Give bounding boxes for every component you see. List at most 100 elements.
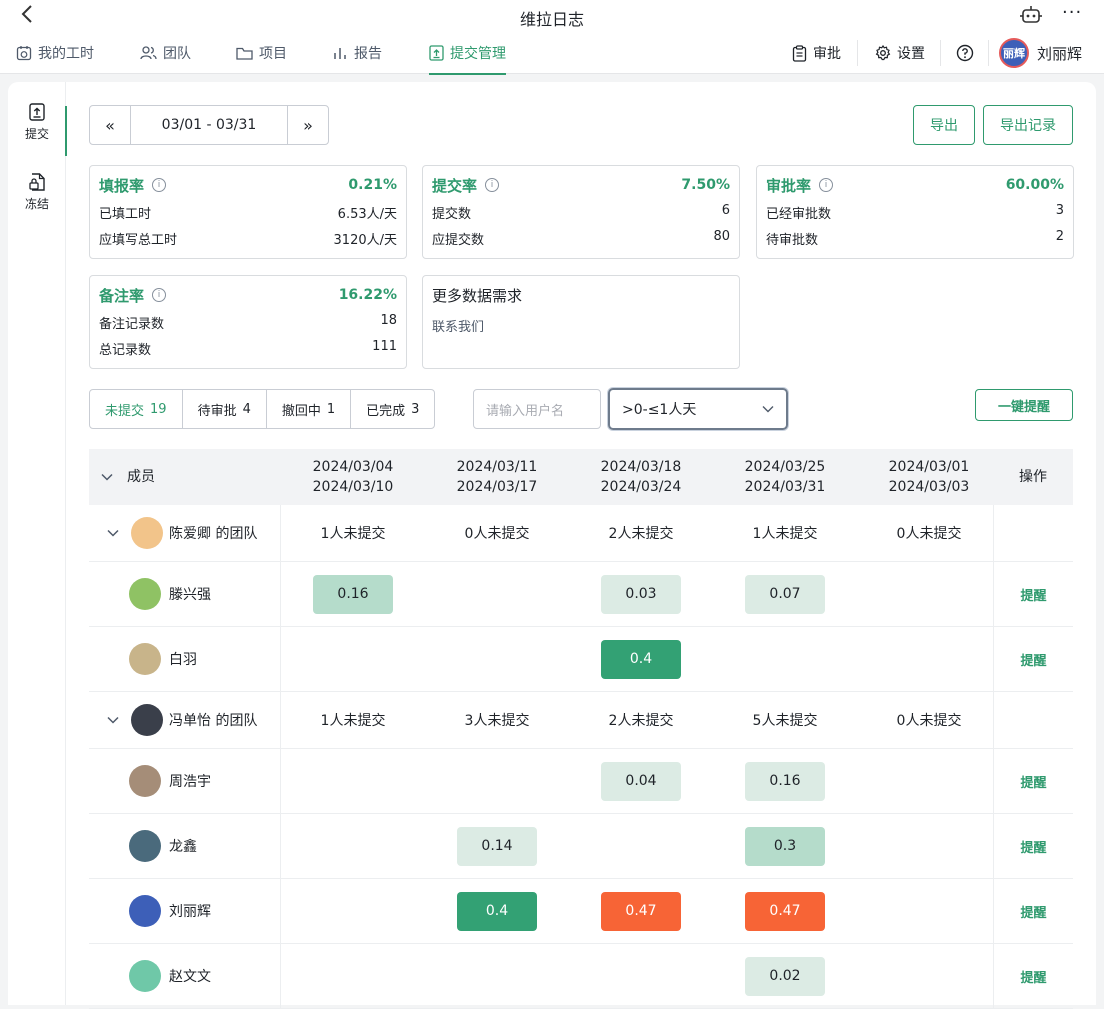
next-range-button[interactable]: » <box>287 106 328 144</box>
tab-label: 项目 <box>259 46 287 62</box>
week-start: 2024/03/11 <box>456 459 538 475</box>
member-name: 周浩宇 <box>169 774 211 790</box>
hours-cell: 0.14 <box>425 814 569 878</box>
segment-pending-approval[interactable]: 待审批 4 <box>183 390 267 428</box>
member-cell: 刘丽辉 <box>89 879 281 943</box>
hours-pill[interactable]: 0.07 <box>745 574 825 614</box>
stat-card-submit-rate: 提交率 i 7.50% 提交数 6 应提交数 80 <box>422 165 740 259</box>
help-icon[interactable] <box>956 32 980 74</box>
clipboard-icon <box>792 44 807 62</box>
op-header: 操作 <box>1019 469 1047 485</box>
hours-pill[interactable]: 0.4 <box>601 639 681 679</box>
contact-us-link[interactable]: 联系我们 <box>432 316 730 335</box>
remind-button[interactable]: 提醒 <box>993 879 1073 943</box>
stat-key: 待审批数 <box>766 233 819 248</box>
username-search-input[interactable]: 请输入用户名 <box>473 389 601 429</box>
date-range-label[interactable]: 03/01 - 03/31 <box>131 106 287 144</box>
hours-pill[interactable]: 0.16 <box>313 574 393 614</box>
week-header: 2024/03/11 2024/03/17 <box>425 449 569 505</box>
robot-icon[interactable] <box>1020 5 1042 29</box>
hours-pill[interactable]: 0.04 <box>601 761 681 801</box>
member-row: 白羽 0.4 提醒 <box>89 627 1073 692</box>
avatar <box>131 704 163 736</box>
days-filter-select[interactable]: >0-≤1人天 <box>608 388 788 430</box>
member-name: 滕兴强 <box>169 587 211 603</box>
stat-name: 审批率 <box>766 176 812 195</box>
chevron-down-icon[interactable] <box>103 529 123 537</box>
hours-cell: 0.02 <box>713 944 857 1008</box>
stat-card-fill-rate: 填报率 i 0.21% 已填工时 6.53人/天 应填写总工时 3120人/天 <box>89 165 407 259</box>
tab-my-hours[interactable]: 我的工时 <box>16 32 94 74</box>
more-icon[interactable]: ··· <box>1062 2 1082 23</box>
segment-withdrawing[interactable]: 撤回中 1 <box>267 390 352 428</box>
member-header[interactable]: 成员 <box>89 449 281 505</box>
calendar-clock-icon <box>16 46 32 61</box>
approve-button[interactable]: 审批 <box>792 32 841 74</box>
hours-pill[interactable]: 0.4 <box>457 891 537 931</box>
sidebar-item-freeze[interactable]: 冻结 <box>8 164 66 220</box>
segment-completed[interactable]: 已完成 3 <box>351 390 434 428</box>
op-cell-empty <box>993 505 1073 561</box>
hours-pill[interactable]: 0.47 <box>745 891 825 931</box>
more-data-title: 更多数据需求 <box>432 287 523 305</box>
segment-label: 待审批 <box>197 403 237 419</box>
segment-not-submitted[interactable]: 未提交 19 <box>90 390 183 428</box>
hours-pill[interactable]: 0.16 <box>745 761 825 801</box>
team-cell[interactable]: 陈爱卿 的团队 <box>89 505 281 561</box>
tab-label: 报告 <box>354 46 382 62</box>
export-log-button[interactable]: 导出记录 <box>983 105 1073 145</box>
remind-button[interactable]: 提醒 <box>993 814 1073 878</box>
bar-chart-icon <box>334 48 346 59</box>
hours-pill[interactable]: 0.03 <box>601 574 681 614</box>
segment-label: 撤回中 <box>281 403 321 419</box>
hours-cell: 0.47 <box>569 879 713 943</box>
hours-pill[interactable]: 0.3 <box>745 826 825 866</box>
week-start: 2024/03/25 <box>744 459 826 475</box>
segment-label: 未提交 <box>105 403 145 419</box>
stat-pct: 16.22% <box>338 287 397 303</box>
member-cell: 周浩宇 <box>89 749 281 813</box>
avatar <box>129 643 161 675</box>
remind-button[interactable]: 提醒 <box>993 562 1073 626</box>
user-menu[interactable]: 丽辉 刘丽辉 <box>999 32 1082 74</box>
remind-button[interactable]: 提醒 <box>993 944 1073 1008</box>
stat-key: 已填工时 <box>99 207 152 222</box>
sidebar-item-submit[interactable]: 提交 <box>8 94 67 156</box>
week-header: 2024/03/04 2024/03/10 <box>281 449 425 505</box>
approve-label: 审批 <box>813 46 841 62</box>
week-header: 2024/03/01 2024/03/03 <box>857 449 1001 505</box>
select-value: >0-≤1人天 <box>622 402 697 418</box>
avatar <box>131 517 163 549</box>
chevron-down-icon[interactable] <box>103 716 123 724</box>
more-data-card[interactable]: 更多数据需求 联系我们 <box>422 275 740 369</box>
info-icon[interactable]: i <box>152 288 167 302</box>
hours-pill[interactable]: 0.14 <box>457 826 537 866</box>
info-icon[interactable]: i <box>152 178 167 192</box>
stat-value: 3 <box>1055 203 1064 218</box>
tab-label: 团队 <box>163 46 191 62</box>
remind-all-button[interactable]: 一键提醒 <box>975 389 1073 421</box>
tab-projects[interactable]: 项目 <box>236 32 287 74</box>
hours-pill[interactable]: 0.02 <box>745 956 825 996</box>
avatar <box>129 960 161 992</box>
remind-button[interactable]: 提醒 <box>993 749 1073 813</box>
member-row: 龙鑫 0.14 0.3 提醒 <box>89 814 1073 879</box>
tab-reports[interactable]: 报告 <box>332 32 382 74</box>
chevron-down-icon[interactable] <box>101 473 113 481</box>
tab-submission-management[interactable]: 提交管理 <box>429 32 506 75</box>
hours-cell: 0.16 <box>713 749 857 813</box>
member-header-label: 成员 <box>127 469 155 485</box>
settings-button[interactable]: 设置 <box>875 32 925 74</box>
member-cell: 龙鑫 <box>89 814 281 878</box>
export-button[interactable]: 导出 <box>913 105 975 145</box>
hours-cell: 0.4 <box>569 627 713 691</box>
info-icon[interactable]: i <box>485 178 500 192</box>
tab-team[interactable]: 团队 <box>140 32 191 74</box>
hours-pill[interactable]: 0.47 <box>601 891 681 931</box>
prev-range-button[interactable]: « <box>90 106 131 144</box>
user-name: 刘丽辉 <box>1037 44 1083 63</box>
team-cell[interactable]: 冯单怡 的团队 <box>89 692 281 748</box>
remind-button[interactable]: 提醒 <box>993 627 1073 691</box>
info-icon[interactable]: i <box>819 178 834 192</box>
team-row: 冯单怡 的团队 1人未提交 3人未提交 2人未提交 5人未提交 0人未提交 <box>89 692 1073 749</box>
